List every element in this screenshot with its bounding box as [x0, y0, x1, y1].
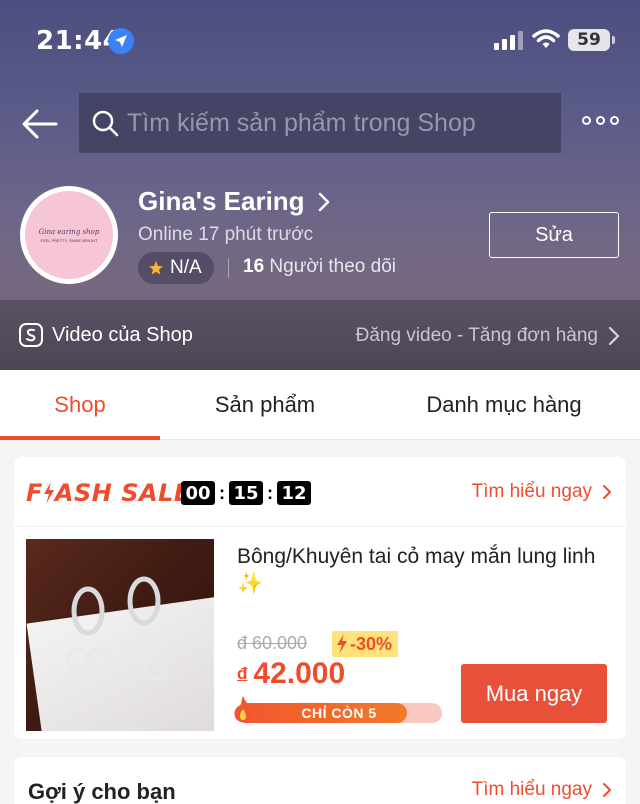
- post-video-link[interactable]: Đăng video - Tăng đơn hàng: [356, 325, 620, 347]
- shop-video-row[interactable]: Video của Shop Đăng video - Tăng đơn hàn…: [0, 305, 640, 369]
- followers-count: 16: [243, 256, 265, 277]
- followers-info[interactable]: 16 Người theo dõi: [243, 256, 396, 278]
- suggestions-title: Gợi ý cho bạn: [28, 779, 176, 804]
- rating-badge[interactable]: N/A: [138, 252, 214, 284]
- countdown-minutes: 15: [229, 481, 263, 505]
- header-divider: [228, 258, 229, 278]
- battery-indicator: 59: [568, 29, 615, 51]
- product-image[interactable]: [26, 539, 214, 731]
- flash-sale-countdown: 00 : 15 : 12: [181, 481, 311, 505]
- sale-price-amount: 42.000: [253, 657, 346, 690]
- search-icon: [92, 110, 119, 137]
- location-arrow-icon: [108, 28, 134, 54]
- online-status: Online 17 phút trước: [138, 224, 314, 245]
- currency-symbol: đ: [237, 664, 248, 683]
- shop-name: Gina's Earing: [138, 186, 305, 216]
- star-icon: [149, 261, 163, 275]
- countdown-seconds: 12: [277, 481, 311, 505]
- suggestions-more-link[interactable]: Tìm hiểu ngay: [472, 779, 612, 801]
- chevron-right-icon: [603, 485, 611, 499]
- discount-badge: -30%: [332, 631, 399, 657]
- shop-video-link[interactable]: Video của Shop: [18, 322, 193, 348]
- active-tab-indicator: [0, 436, 160, 440]
- edit-shop-button[interactable]: Sửa: [489, 212, 619, 258]
- shop-name-link[interactable]: Gina's Earing: [138, 186, 331, 217]
- chevron-right-icon: [608, 326, 620, 346]
- flash-sale-more-link[interactable]: Tìm hiểu ngay: [472, 481, 612, 503]
- countdown-hours: 00: [181, 481, 215, 505]
- post-video-label: Đăng video - Tăng đơn hàng: [355, 325, 598, 346]
- stock-progress-bar: CHỈ CÒN 5: [236, 703, 442, 723]
- shop-tabs: Shop Sản phẩm Danh mục hàng: [0, 370, 640, 440]
- buy-now-button[interactable]: Mua ngay: [461, 664, 607, 723]
- video-icon: [19, 323, 43, 347]
- suggestions-more-label: Tìm hiểu ngay: [471, 779, 592, 800]
- chevron-right-icon: [318, 192, 329, 211]
- flash-sale-title: F ASH SALE: [26, 479, 191, 507]
- chevron-right-icon: [603, 783, 611, 797]
- fire-icon: [234, 696, 253, 722]
- tab-shop[interactable]: Shop: [0, 370, 160, 440]
- flash-sale-more-label: Tìm hiểu ngay: [471, 481, 592, 502]
- flash-sale-header: F ASH SALE 00 : 15 : 12 Tìm hiểu ngay: [14, 457, 626, 527]
- product-name[interactable]: Bông/Khuyên tai cỏ may mắn lung linh ✨: [237, 543, 607, 597]
- discount-value: -30%: [350, 633, 393, 654]
- tab-products[interactable]: Sản phẩm: [175, 370, 355, 440]
- suggestions-card: Gợi ý cho bạn Tìm hiểu ngay: [14, 757, 626, 804]
- flash-bolt-icon: [43, 479, 55, 507]
- stock-remaining-label: CHỈ CÒN 5: [301, 705, 377, 721]
- flash-bolt-icon: [337, 634, 347, 654]
- flash-sale-card: F ASH SALE 00 : 15 : 12 Tìm hiểu ngay Bôn…: [14, 457, 626, 739]
- shop-avatar[interactable]: Gina earing shop FEEL PRETTY, SHINE BRIG…: [20, 186, 118, 284]
- earring-illustration: [66, 576, 168, 691]
- rating-value: N/A: [170, 257, 202, 278]
- back-arrow-icon[interactable]: [20, 104, 60, 144]
- original-price: đ 60.000: [237, 633, 308, 653]
- sale-price: đ 42.000: [237, 657, 345, 691]
- wifi-icon: [532, 29, 560, 48]
- more-options-icon[interactable]: [582, 116, 619, 125]
- shop-video-label: Video của Shop: [52, 323, 193, 346]
- shop-search-input[interactable]: Tìm kiếm sản phẩm trong Shop: [79, 93, 561, 153]
- avatar-tagline-text: FEEL PRETTY, SHINE BRIGHT: [40, 237, 98, 243]
- shop-header: 21:44 59 Tìm kiếm sản phẩm trong Shop Gi…: [0, 0, 640, 370]
- status-bar: 21:44 59: [0, 0, 640, 80]
- search-placeholder: Tìm kiếm sản phẩm trong Shop: [127, 108, 476, 137]
- followers-label: Người theo dõi: [264, 256, 396, 277]
- tab-categories[interactable]: Danh mục hàng: [404, 370, 604, 440]
- avatar-logo-text: Gina earing shop: [38, 227, 100, 236]
- cellular-signal-icon: [494, 30, 523, 50]
